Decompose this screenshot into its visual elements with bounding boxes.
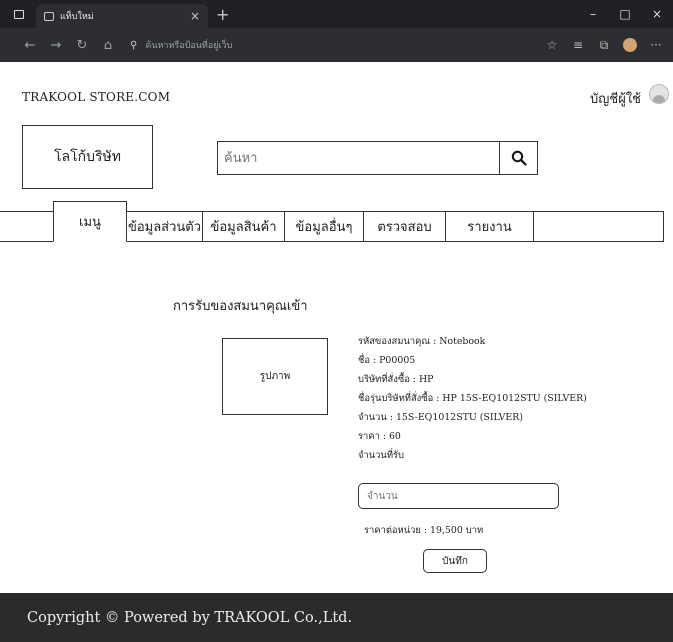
account-link[interactable]: บัญชีผู้ใช้ — [590, 88, 641, 109]
browser-tab[interactable]: แท็บใหม่ × — [36, 4, 208, 28]
tab-actions-icon[interactable] — [8, 3, 30, 25]
menu-item-menu[interactable]: เมนู — [53, 201, 127, 242]
reload-icon[interactable]: ↻ — [70, 33, 94, 57]
product-details: รหัสของสมนาคุณ : Notebook ชื่อ : P00005 … — [358, 332, 587, 465]
favorites-icon[interactable]: ☆ — [539, 33, 565, 57]
address-bar: ← → ↻ ⌂ ⚲ ค้นหาหรือป้อนที่อยู่เว็บ ☆ ≡ ⧉… — [0, 28, 673, 62]
footer: Copyright © Powered by TRAKOOL Co.,Ltd. — [0, 593, 673, 642]
detail-company: บริษัทที่สั่งซื้อ : HP — [358, 374, 434, 385]
company-logo[interactable]: โลโก้บริษัท — [22, 125, 153, 189]
extensions-icon[interactable]: ⧉ — [591, 33, 617, 57]
search-icon: ⚲ — [130, 39, 138, 51]
more-icon[interactable]: ··· — [643, 33, 669, 57]
page-title: การรับของสมนาคุณเข้า — [173, 299, 308, 314]
search-button[interactable] — [500, 142, 537, 174]
tab-title: แท็บใหม่ — [60, 12, 94, 22]
forward-icon[interactable]: → — [44, 33, 68, 57]
back-icon[interactable]: ← — [18, 33, 42, 57]
collections-icon[interactable]: ≡ — [565, 33, 591, 57]
menu-item-personal-info[interactable]: ข้อมูลส่วนตัว — [127, 212, 203, 241]
main-menu: เมนู ข้อมูลส่วนตัว ข้อมูลสินค้า ข้อมูลอื… — [0, 201, 664, 242]
save-button[interactable]: บันทึก — [423, 549, 487, 573]
detail-price: ราคา : 60 — [358, 431, 401, 442]
web-page: TRAKOOL STORE.COM บัญชีผู้ใช้ โลโก้บริษั… — [0, 62, 673, 642]
tab-favicon-icon — [44, 11, 54, 21]
browser-tab-bar: แท็บใหม่ × + – □ × — [0, 0, 673, 28]
tab-close-icon[interactable]: × — [190, 9, 200, 23]
new-tab-button[interactable]: + — [216, 5, 229, 24]
address-input[interactable]: ⚲ ค้นหาหรือป้อนที่อยู่เว็บ — [130, 33, 560, 57]
unit-price: ราคาต่อหน่วย : 19,500 บาท — [364, 525, 484, 536]
window-controls: – □ × — [577, 0, 673, 28]
avatar-icon[interactable] — [649, 84, 669, 104]
menu-item-product-info[interactable]: ข้อมูลสินค้า — [203, 212, 285, 241]
address-placeholder: ค้นหาหรือป้อนที่อยู่เว็บ — [145, 41, 233, 51]
menu-item-inspect[interactable]: ตรวจสอบ — [364, 212, 446, 241]
detail-model: ชื่อรุ่นบริษัทที่สั่งซื้อ : HP 15S-EQ101… — [358, 393, 587, 404]
copyright-text: Copyright © Powered by TRAKOOL Co.,Ltd. — [27, 609, 353, 626]
menu-item-report[interactable]: รายงาน — [446, 212, 534, 241]
close-window-button[interactable]: × — [641, 0, 673, 28]
minimize-button[interactable]: – — [577, 0, 609, 28]
logo-label: โลโก้บริษัท — [54, 149, 121, 165]
detail-name: ชื่อ : P00005 — [358, 355, 416, 366]
profile-icon[interactable] — [617, 33, 643, 57]
home-icon[interactable]: ⌂ — [96, 33, 120, 57]
product-image-placeholder: รูปภาพ — [222, 338, 328, 415]
search-bar — [217, 141, 538, 175]
store-name[interactable]: TRAKOOL STORE.COM — [22, 90, 170, 104]
menu-item-other-info[interactable]: ข้อมูลอื่นๆ — [285, 212, 364, 241]
search-input[interactable] — [218, 142, 500, 174]
received-quantity-label: จำนวนที่รับ — [358, 450, 405, 461]
maximize-button[interactable]: □ — [609, 0, 641, 28]
detail-quantity: จำนวน : 15S-EQ1012STU (SILVER) — [358, 412, 523, 423]
detail-premium-code: รหัสของสมนาคุณ : Notebook — [358, 336, 486, 347]
quantity-input[interactable] — [358, 483, 559, 509]
browser-toolbar-icons: ☆ ≡ ⧉ ··· — [539, 33, 669, 57]
search-icon — [511, 150, 527, 166]
image-label: รูปภาพ — [259, 371, 291, 382]
